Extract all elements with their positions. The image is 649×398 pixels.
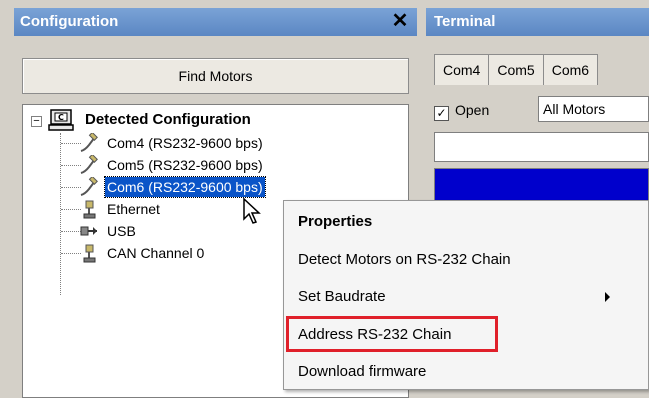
can-icon [83,244,96,263]
close-icon[interactable]: ✕ [389,10,411,32]
tree-item-label: CAN Channel 0 [107,245,205,261]
find-motors-button[interactable]: Find Motors [22,58,409,94]
open-checkbox[interactable]: ✓ Open [434,100,490,121]
computer-icon: C [48,109,74,131]
annotation-highlight-box [286,316,498,352]
configuration-title: Configuration [20,13,119,30]
tree-connector [60,133,61,295]
tree-connector [61,187,81,188]
motors-select[interactable]: All Motors [538,96,649,122]
menu-item-detect-motors[interactable]: Detect Motors on RS-232 Chain [298,243,511,277]
serial-port-icon [80,177,98,196]
menu-item-download-firmware[interactable]: Download firmware [298,355,426,389]
menu-item-properties[interactable]: Properties [298,205,372,239]
tab-com4[interactable]: Com4 [434,54,490,85]
tree-connector [61,165,81,166]
tree-connector [61,253,81,254]
checkbox-check-icon: ✓ [434,106,449,121]
tree-connector [61,143,81,144]
configuration-title-bar: Configuration ✕ [14,8,417,36]
detected-configuration-label[interactable]: Detected Configuration [85,111,251,129]
serial-port-icon [80,155,98,174]
ethernet-icon [83,200,96,219]
mouse-cursor-icon [243,197,261,224]
tree-item-label: Com4 (RS232-9600 bps) [107,135,263,151]
tree-connector [61,231,81,232]
tree-item-label: Com5 (RS232-9600 bps) [107,157,263,173]
terminal-command-input[interactable] [434,132,649,162]
terminal-tabs: Com4 Com5 Com6 [434,54,599,85]
tab-com6[interactable]: Com6 [542,54,599,85]
tree-item-label: Com6 (RS232-9600 bps) [104,176,266,198]
menu-item-label: Set Baudrate [298,288,386,305]
menu-item-set-baudrate[interactable]: Set Baudrate [298,280,636,314]
open-label: Open [455,102,490,118]
tree-connector [61,209,81,210]
terminal-title: Terminal [426,8,649,36]
tab-com5[interactable]: Com5 [488,54,544,85]
tree-item-label: Ethernet [107,201,160,217]
collapse-icon[interactable]: − [31,116,42,127]
svg-text:C: C [58,113,64,122]
serial-port-icon [80,133,98,152]
usb-icon [80,226,97,236]
submenu-arrow-icon [605,292,610,302]
tree-item-label: USB [107,223,136,239]
context-menu: Properties Detect Motors on RS-232 Chain… [283,200,649,390]
